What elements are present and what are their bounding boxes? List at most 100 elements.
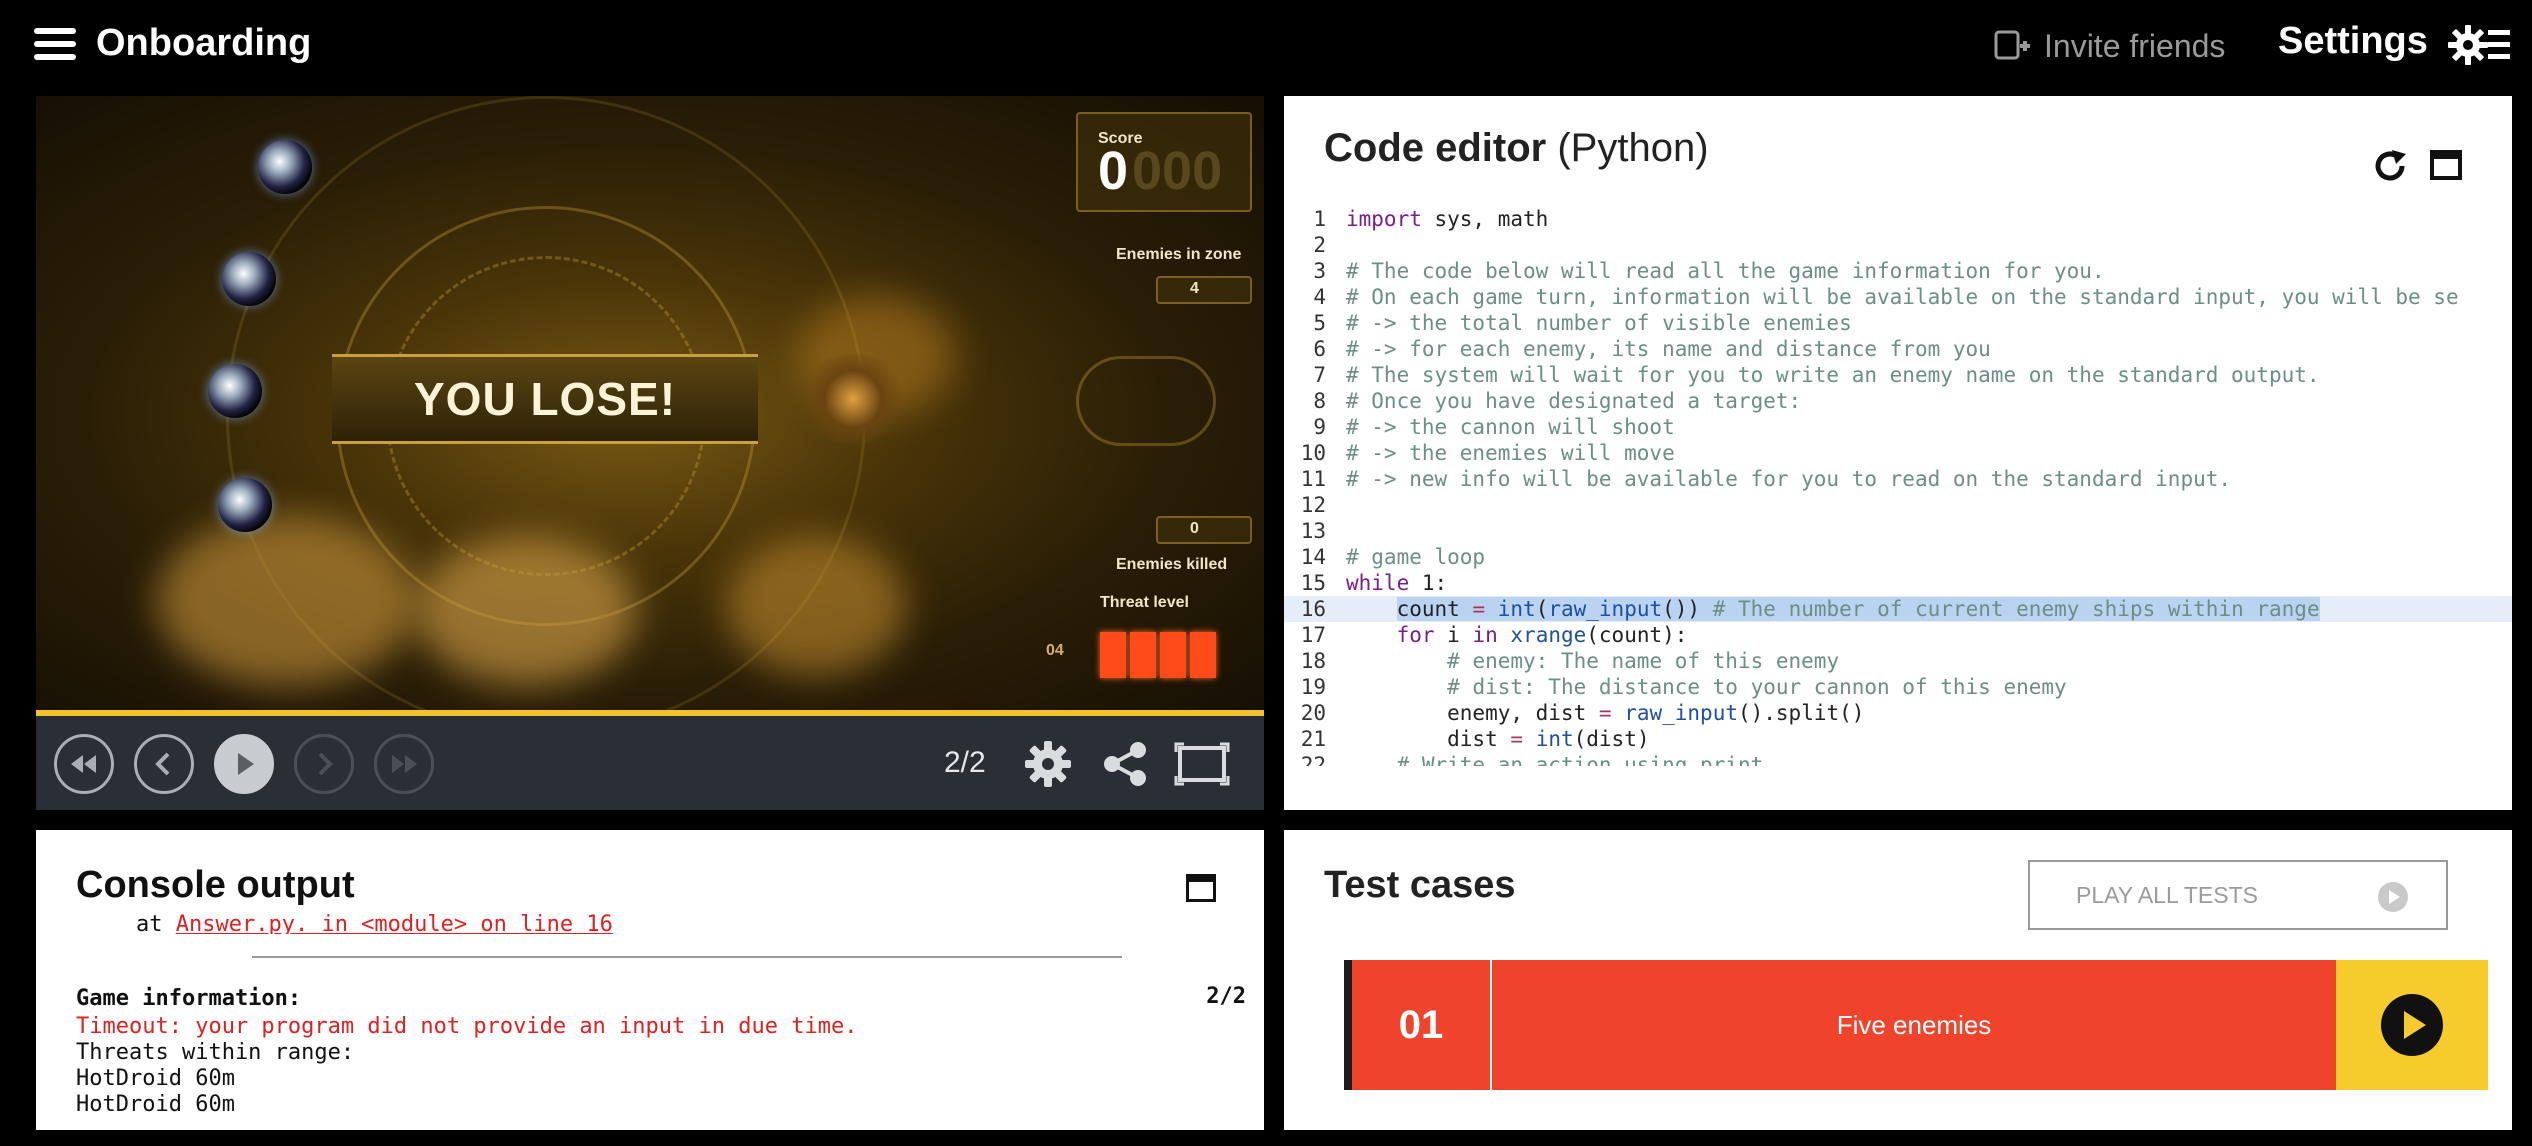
code-line[interactable]: 14 # game loop xyxy=(1284,544,2512,570)
line-number: 3 xyxy=(1313,259,1326,283)
page-title: Onboarding xyxy=(96,22,312,64)
code-line[interactable]: 7 # The system will wait for you to write… xyxy=(1284,362,2512,388)
gear-icon[interactable] xyxy=(1020,738,1076,790)
code-line[interactable]: 18 # enemy: The name of this enemy xyxy=(1284,648,2512,674)
test-case-number: 01 xyxy=(1352,960,1492,1090)
code-line[interactable]: 12 xyxy=(1284,492,2512,518)
line-number: 2 xyxy=(1313,233,1326,257)
code-line[interactable]: 6 # -> for each enemy, its name and dista… xyxy=(1284,336,2512,362)
test-case-edge xyxy=(1344,960,1352,1090)
code-line-text: # game loop xyxy=(1346,545,1486,569)
code-line[interactable]: 5 # -> the total number of visible enemie… xyxy=(1284,310,2512,336)
step-back-button[interactable] xyxy=(134,734,194,794)
code-line-text: # The code below will read all the game … xyxy=(1346,259,2105,283)
code-line[interactable]: 10 # -> the enemies will move xyxy=(1284,440,2512,466)
code-line-text: import sys, math xyxy=(1346,207,1549,231)
reset-code-icon[interactable] xyxy=(2372,148,2408,184)
code-line-text: # The system will wait for you to write … xyxy=(1346,363,2320,387)
code-area[interactable]: 1 import sys, math 2 3 # The code below will… xyxy=(1284,206,2512,766)
code-line-text: # Write an action using print xyxy=(1396,753,1764,766)
code-line[interactable]: 21 dist = int(dist) xyxy=(1284,726,2512,752)
stacktrace-link[interactable]: Answer.py. in <module> on line 16 xyxy=(176,912,613,934)
line-number: 16 xyxy=(1300,597,1326,621)
console-panel: Console output at Answer.py. in <module>… xyxy=(36,830,1264,1130)
maximize-editor-icon[interactable] xyxy=(2430,150,2462,180)
game-canvas[interactable]: YOU LOSE! Score 0 000 Enemies in zone 4 … xyxy=(36,96,1264,710)
code-line[interactable]: 16 count = int(raw_input()) # The number… xyxy=(1284,596,2512,622)
replay-controls: 2/2 xyxy=(36,716,1264,810)
code-line[interactable]: 11 # -> new info will be available for yo… xyxy=(1284,466,2512,492)
hamburger-menu-icon[interactable] xyxy=(34,28,76,64)
code-line-text: dist = int(dist) xyxy=(1346,727,1650,751)
hud-panel: Score 0 000 Enemies in zone 4 0 Enemies … xyxy=(1036,106,1264,706)
maximize-console-icon[interactable] xyxy=(1186,874,1216,902)
play-all-tests-button[interactable]: PLAY ALL TESTS xyxy=(2028,860,2448,930)
console-error-message: Timeout: your program did not provide an… xyxy=(76,1014,858,1039)
line-number: 11 xyxy=(1300,467,1326,491)
score-placeholder-digits: 000 xyxy=(1132,141,1223,201)
code-line-text: # dist: The distance to your cannon of t… xyxy=(1447,675,2067,699)
threat-level-value: 04 xyxy=(1046,642,1064,659)
game-viewer: YOU LOSE! Score 0 000 Enemies in zone 4 … xyxy=(36,96,1264,810)
enemies-killed-label: Enemies killed xyxy=(1116,556,1228,573)
enemies-in-zone-label: Enemies in zone xyxy=(1116,246,1242,263)
code-line[interactable]: 13 xyxy=(1284,518,2512,544)
fast-forward-button[interactable] xyxy=(374,734,434,794)
code-line[interactable]: 3 # The code below will read all the game… xyxy=(1284,258,2512,284)
line-number: 8 xyxy=(1313,389,1326,413)
code-line-text: # -> the cannon will shoot xyxy=(1346,415,1675,439)
share-icon[interactable] xyxy=(1098,738,1154,790)
enemy-ship xyxy=(208,364,262,418)
play-button[interactable] xyxy=(214,734,274,794)
enemy-ship xyxy=(218,478,272,532)
line-number: 14 xyxy=(1300,545,1326,569)
test-case-name: Five enemies xyxy=(1492,960,2336,1090)
console-line: HotDroid 60m xyxy=(76,1092,235,1117)
code-line[interactable]: 20 enemy, dist = raw_input().split() xyxy=(1284,700,2512,726)
console-divider xyxy=(252,956,1122,958)
code-editor-language: (Python) xyxy=(1557,126,1709,170)
enemies-killed-box xyxy=(1156,516,1252,544)
code-line[interactable]: 2 xyxy=(1284,232,2512,258)
play-icon xyxy=(2381,994,2443,1056)
code-line[interactable]: 15 while 1: xyxy=(1284,570,2512,596)
code-line-text: # -> the enemies will move xyxy=(1346,441,1675,465)
line-number: 21 xyxy=(1300,727,1326,751)
line-number: 10 xyxy=(1300,441,1326,465)
invite-friends-button[interactable]: Invite friends xyxy=(1992,26,2225,66)
line-number: 15 xyxy=(1300,571,1326,595)
line-number: 7 xyxy=(1313,363,1326,387)
you-lose-text: YOU LOSE! xyxy=(413,373,677,425)
run-test-button[interactable] xyxy=(2336,960,2488,1090)
code-line[interactable]: 4 # On each game turn, information will b… xyxy=(1284,284,2512,310)
step-forward-button[interactable] xyxy=(294,734,354,794)
score-value: 0 xyxy=(1098,141,1129,201)
line-number: 17 xyxy=(1300,623,1326,647)
code-line[interactable]: 19 # dist: The distance to your cannon o… xyxy=(1284,674,2512,700)
enemies-in-zone-value: 4 xyxy=(1190,280,1199,297)
play-circle-icon xyxy=(2378,882,2408,912)
enemies-killed-value: 0 xyxy=(1190,520,1199,537)
code-line[interactable]: 22 # Write an action using print xyxy=(1284,752,2512,766)
code-line[interactable]: 1 import sys, math xyxy=(1284,206,2512,232)
test-case-row[interactable]: 01 Five enemies xyxy=(1344,960,2488,1090)
line-number: 18 xyxy=(1300,649,1326,673)
settings-button[interactable]: Settings xyxy=(2278,20,2428,63)
line-number: 22 xyxy=(1300,753,1326,766)
code-editor-title-text: Code editor xyxy=(1324,126,1547,170)
code-line[interactable]: 17 for i in xrange(count): xyxy=(1284,622,2512,648)
test-cases-panel: Test cases PLAY ALL TESTS 01 Five enemie… xyxy=(1284,830,2512,1130)
invite-user-icon xyxy=(1994,30,2030,60)
threat-bar xyxy=(1100,632,1126,678)
code-editor-title: Code editor (Python) xyxy=(1324,126,1709,171)
settings-gear-icon[interactable] xyxy=(2448,22,2512,68)
console-title: Console output xyxy=(76,864,355,906)
fullscreen-icon[interactable] xyxy=(1174,738,1230,790)
line-number: 5 xyxy=(1313,311,1326,335)
console-stacktrace-line: at Answer.py. in <module> on line 16 xyxy=(136,912,613,934)
rewind-button[interactable] xyxy=(54,734,114,794)
line-number: 12 xyxy=(1300,493,1326,517)
code-line[interactable]: 8 # Once you have designated a target: xyxy=(1284,388,2512,414)
test-cases-title: Test cases xyxy=(1324,864,1516,906)
code-line[interactable]: 9 # -> the cannon will shoot xyxy=(1284,414,2512,440)
